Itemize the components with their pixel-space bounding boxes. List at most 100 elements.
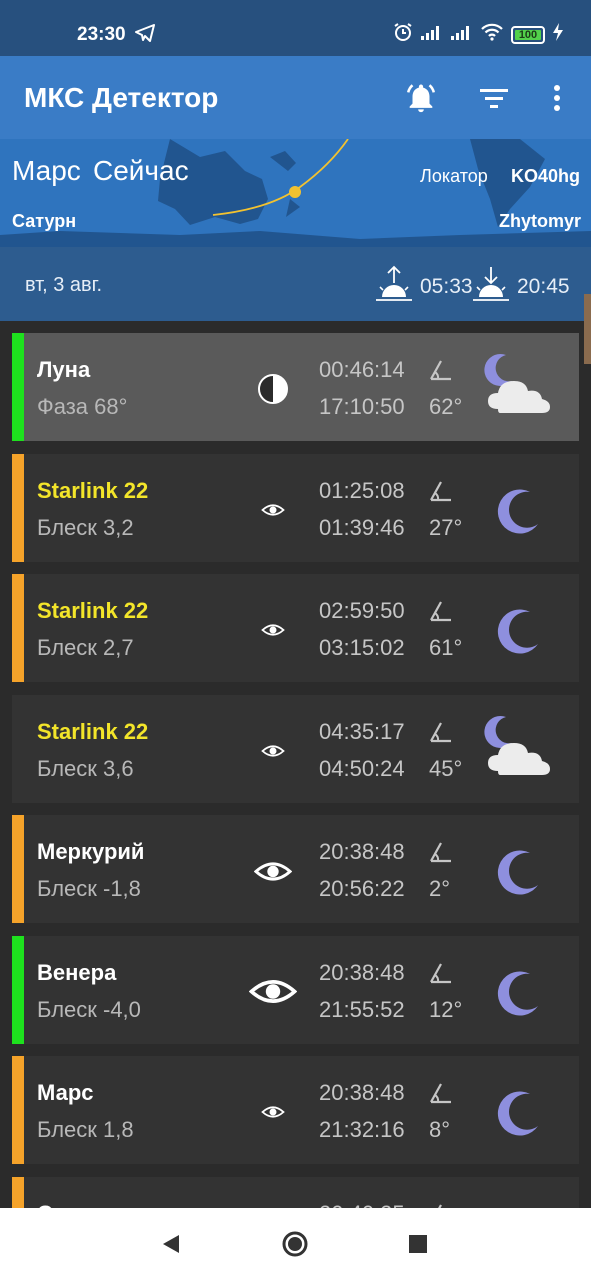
- elevation-angle-icon: [429, 839, 453, 868]
- pass-name: Starlink 22: [37, 718, 149, 744]
- map-label-now: Сейчас: [93, 155, 189, 186]
- filter-icon[interactable]: [474, 78, 514, 118]
- pass-magnitude: Блеск 2,7: [37, 635, 134, 660]
- app-title: МКС Детектор: [24, 82, 219, 113]
- pass-card[interactable]: Меркурий Блеск -1,8 20:38:48 20:56:22 2°: [12, 815, 579, 923]
- half-moon-icon: [240, 369, 306, 409]
- moon-icon: [478, 950, 558, 1030]
- date-bar: вт, 3 авг. 05:33 20:45: [0, 247, 591, 321]
- visibility-bar: [12, 815, 24, 923]
- recents-icon[interactable]: [404, 1230, 432, 1258]
- pass-start-time: 20:38:48: [319, 959, 405, 985]
- track-map[interactable]: Марс Сейчас Сатурн Локатор KO40hg Zhytom…: [0, 139, 591, 247]
- sunset: 20:45: [473, 265, 570, 309]
- signal-icon: [451, 24, 473, 45]
- visibility-bar: [12, 453, 24, 562]
- signal-icon: [421, 24, 443, 45]
- telegram-icon: [135, 24, 155, 47]
- visibility-bar: [12, 1176, 24, 1208]
- moon-icon: [478, 588, 558, 668]
- pass-magnitude: Блеск -4,0: [37, 996, 141, 1022]
- pass-name: Меркурий: [37, 839, 145, 864]
- pass-elevation: 62°: [429, 394, 463, 419]
- pass-start-time: 04:35:17: [319, 718, 405, 744]
- visibility-bar: [12, 574, 24, 682]
- home-icon[interactable]: [281, 1230, 309, 1258]
- wifi-icon: [481, 23, 503, 46]
- elevation-angle-icon: [429, 598, 453, 627]
- sunrise-icon: [376, 265, 412, 309]
- sunset-icon: [473, 265, 509, 309]
- elevation-angle-icon: [429, 1080, 453, 1109]
- moon-icon: [478, 829, 558, 909]
- pass-elevation: 12°: [429, 996, 463, 1022]
- cloud-moon-icon: [478, 709, 558, 789]
- cloud-moon-icon: [478, 347, 558, 427]
- scrollbar[interactable]: [584, 294, 591, 364]
- elevation-angle-icon: [429, 478, 453, 507]
- pass-name: Луна: [37, 357, 91, 382]
- sunrise-time: 05:33: [420, 275, 473, 298]
- pass-end-time: 20:56:22: [319, 876, 405, 901]
- pass-end-time: 17:10:50: [319, 394, 405, 419]
- pass-magnitude: Блеск 1,8: [37, 1117, 134, 1142]
- pass-list[interactable]: Луна Фаза 68° 00:46:14 17:10:50 62° Star…: [0, 321, 591, 1208]
- pass-start-time: 20:38:48: [319, 839, 405, 864]
- visibility-bar: [12, 333, 24, 441]
- pass-name: Сатурн: [37, 1201, 115, 1209]
- bell-icon[interactable]: [401, 78, 441, 118]
- elevation-angle-icon: [429, 960, 453, 989]
- pass-end-time: 03:15:02: [319, 635, 405, 660]
- eye-icon: [240, 610, 306, 650]
- pass-card[interactable]: Марс Блеск 1,8 20:38:48 21:32:16 8°: [12, 1056, 579, 1164]
- elevation-angle-icon: [429, 1201, 453, 1208]
- map-label-mars: Марс: [12, 155, 81, 186]
- pass-elevation: 61°: [429, 635, 463, 660]
- visibility-bar: [12, 935, 24, 1044]
- system-nav-bar: [0, 1208, 591, 1280]
- pass-card[interactable]: Starlink 22 Блеск 3,6 04:35:17 04:50:24 …: [12, 694, 579, 803]
- pass-start-time: 20:38:48: [319, 1080, 405, 1105]
- moon-icon: [478, 468, 558, 548]
- back-icon[interactable]: [157, 1230, 185, 1258]
- charging-icon: [553, 23, 563, 46]
- pass-elevation: 27°: [429, 514, 463, 540]
- pass-card[interactable]: Starlink 22 Блеск 3,2 01:25:08 01:39:46 …: [12, 453, 579, 562]
- pass-end-time: 04:50:24: [319, 755, 405, 781]
- pass-end-time: 01:39:46: [319, 514, 405, 540]
- pass-magnitude: Блеск -1,8: [37, 876, 141, 901]
- eye-icon: [240, 490, 306, 530]
- eye-icon: [240, 851, 306, 891]
- battery-icon: 100: [511, 25, 545, 44]
- map-label-saturn: Сатурн: [12, 211, 77, 231]
- pass-card[interactable]: Сатурн 20:40:25: [12, 1176, 579, 1209]
- city-label: Zhytomyr: [499, 211, 582, 231]
- pass-magnitude: Блеск 3,2: [37, 514, 134, 540]
- pass-end-time: 21:32:16: [319, 1117, 405, 1142]
- elevation-angle-icon: [429, 719, 453, 748]
- status-time: 23:30: [77, 24, 126, 45]
- eye-icon: [240, 972, 306, 1012]
- pass-elevation: 45°: [429, 755, 463, 781]
- pass-start-time: 00:46:14: [319, 357, 405, 382]
- sunset-time: 20:45: [517, 275, 570, 298]
- pass-name: Марс: [37, 1080, 94, 1105]
- eye-icon: [240, 731, 306, 771]
- pass-card[interactable]: Starlink 22 Блеск 2,7 02:59:50 03:15:02 …: [12, 574, 579, 682]
- pass-card[interactable]: Луна Фаза 68° 00:46:14 17:10:50 62°: [12, 333, 579, 441]
- date-label: вт, 3 авг.: [25, 274, 103, 296]
- locator-value: KO40hg: [511, 166, 581, 186]
- pass-card[interactable]: Венера Блеск -4,0 20:38:48 21:55:52 12°: [12, 935, 579, 1044]
- pass-elevation: 8°: [429, 1117, 451, 1142]
- alarm-icon: [393, 22, 413, 47]
- pass-name: Венера: [37, 959, 117, 985]
- status-bar: 23:30 100: [0, 0, 591, 56]
- locator-label: Локатор: [420, 166, 488, 186]
- pass-start-time: 01:25:08: [319, 477, 405, 503]
- more-vert-icon[interactable]: [537, 78, 577, 118]
- elevation-angle-icon: [429, 357, 453, 386]
- eye-icon: [240, 1092, 306, 1132]
- sunrise: 05:33: [376, 265, 473, 309]
- pass-name: Starlink 22: [37, 598, 149, 623]
- app-bar: МКС Детектор: [0, 56, 591, 139]
